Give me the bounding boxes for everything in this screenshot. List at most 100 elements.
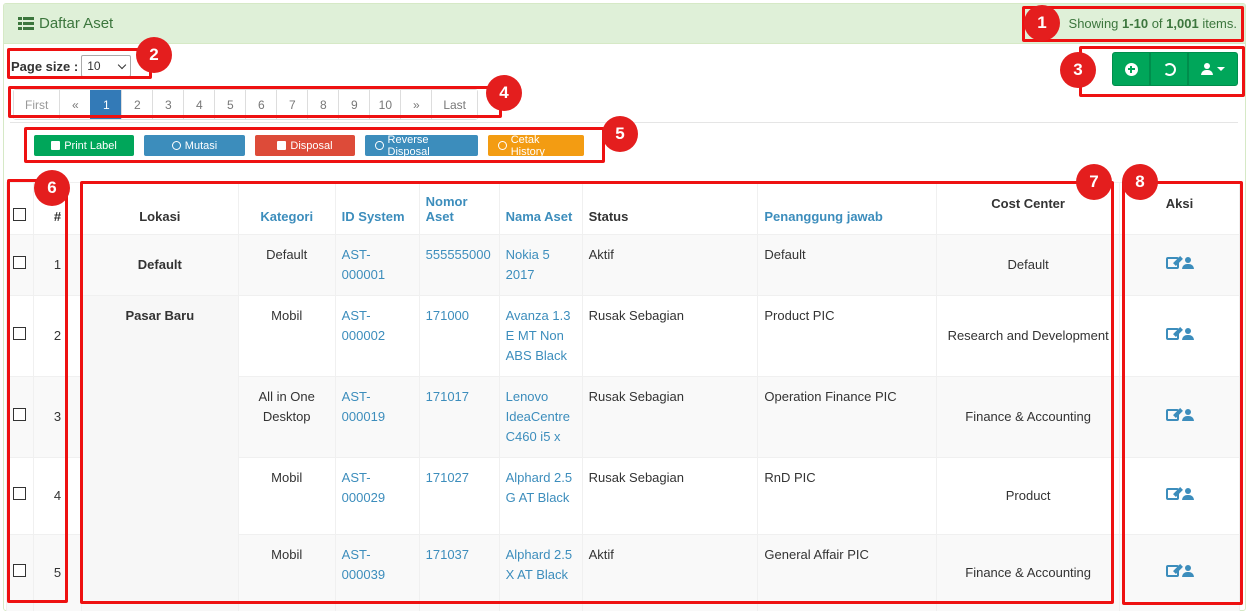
row-number: 4: [32, 457, 82, 535]
row-select-cell: [6, 534, 34, 611]
cell-nama-aset[interactable]: Nokia 5 2017: [498, 234, 583, 296]
retweet-icon: [171, 141, 181, 150]
user-icon[interactable]: [1181, 565, 1194, 577]
callout-badge-2: 2: [136, 37, 172, 73]
page-link[interactable]: First: [14, 90, 60, 119]
page-link[interactable]: 7: [276, 90, 308, 119]
row-checkbox[interactable]: [13, 256, 27, 269]
user-icon[interactable]: [1181, 257, 1194, 269]
header-penanggung-jawab[interactable]: Penanggung jawab: [757, 182, 938, 235]
cell-nomor-aset[interactable]: 555555000: [418, 234, 500, 296]
header-nama-aset[interactable]: Nama Aset: [498, 182, 583, 235]
page-link[interactable]: 10: [369, 90, 401, 119]
cell-cost-center: Product: [936, 457, 1121, 535]
refresh-icon: [375, 141, 384, 150]
cell-nomor-aset[interactable]: 171017: [418, 376, 500, 458]
table-row: 1 Default Default AST-000001 555555000 Nokia …: [6, 234, 1240, 296]
cell-nomor-aset[interactable]: 171037: [418, 534, 500, 611]
select-all-header: [6, 182, 34, 235]
items-summary: Showing 1-10 of 1,001 items.: [1068, 16, 1237, 31]
page-link[interactable]: 8: [307, 90, 339, 119]
row-select-cell: [6, 295, 34, 377]
header-status: Status: [581, 182, 759, 235]
cell-id-system[interactable]: AST-000002: [334, 295, 420, 377]
cell-kategori: Default: [237, 234, 336, 296]
edit-icon[interactable]: [1165, 328, 1179, 340]
edit-icon[interactable]: [1165, 257, 1179, 269]
cetak-history-button[interactable]: Cetak History: [488, 134, 584, 158]
page-link[interactable]: 6: [245, 90, 277, 119]
table-header-row: # Lokasi Kategori ID System Nomor Aset N…: [6, 182, 1240, 235]
cell-kategori: All in One Desktop: [237, 376, 336, 458]
user-icon[interactable]: [1181, 328, 1194, 340]
user-export-icon: [1201, 63, 1213, 75]
caret-down-icon: [1217, 67, 1225, 71]
page-link[interactable]: «: [59, 90, 91, 119]
cell-penanggung-jawab: Operation Finance PIC: [757, 376, 938, 458]
row-number: 3: [32, 376, 82, 458]
page-link[interactable]: 1: [90, 90, 122, 119]
page-title-text: Daftar Aset: [39, 15, 114, 32]
edit-icon[interactable]: [1165, 565, 1179, 577]
cell-id-system[interactable]: AST-000001: [334, 234, 420, 296]
cell-nama-aset[interactable]: Alphard 2.5 X AT Black: [498, 534, 583, 611]
header-nomor-aset[interactable]: Nomor Aset: [418, 182, 500, 235]
refresh-button[interactable]: [1150, 52, 1188, 86]
table-row: 2 Pasar Baru Mobil AST-000002 171000 Avanza 1…: [6, 295, 1240, 611]
cell-status: Aktif: [581, 234, 759, 296]
cell-status: Rusak Sebagian: [581, 457, 759, 535]
page-link[interactable]: 4: [183, 90, 215, 119]
print-label-button[interactable]: Print Label: [34, 135, 134, 156]
callout-badge-8: 8: [1122, 164, 1158, 200]
export-dropdown-button[interactable]: [1188, 52, 1238, 86]
row-checkbox[interactable]: [13, 327, 27, 340]
page-link[interactable]: 3: [152, 90, 184, 119]
cell-aksi: [1119, 534, 1240, 611]
user-icon[interactable]: [1181, 488, 1194, 500]
cell-nomor-aset[interactable]: 171000: [418, 295, 500, 377]
disposal-button[interactable]: Disposal: [255, 135, 355, 156]
cell-aksi: [1119, 376, 1240, 458]
header-id-system[interactable]: ID System: [334, 182, 420, 235]
cell-id-system[interactable]: AST-000029: [334, 457, 420, 535]
bulk-actions: Print Label Mutasi Disposal Reverse Disp…: [34, 134, 584, 158]
cell-penanggung-jawab: General Affair PIC: [757, 534, 938, 611]
callout-badge-6: 6: [34, 170, 70, 206]
toolbar-buttons: [1112, 52, 1238, 86]
row-checkbox[interactable]: [13, 487, 27, 500]
page-link[interactable]: Last: [431, 90, 478, 119]
cell-nama-aset[interactable]: Alphard 2.5 G AT Black: [498, 457, 583, 535]
user-icon[interactable]: [1181, 409, 1194, 421]
page-link[interactable]: »: [400, 90, 432, 119]
page-size-select[interactable]: 10: [81, 55, 132, 77]
cell-nama-aset[interactable]: Lenovo IdeaCentre C460 i5 x: [498, 376, 583, 458]
cell-cost-center: Finance & Accounting: [936, 534, 1121, 611]
callout-badge-4: 4: [486, 75, 522, 111]
cell-lokasi: Pasar Baru: [80, 295, 239, 611]
row-select-cell: [6, 376, 34, 458]
cell-cost-center: Research and Development: [936, 295, 1121, 377]
row-checkbox[interactable]: [13, 564, 27, 577]
page-link[interactable]: 5: [214, 90, 246, 119]
reverse-disposal-button[interactable]: Reverse Disposal: [365, 134, 478, 158]
cell-penanggung-jawab: Default: [757, 234, 938, 296]
page-link[interactable]: 2: [121, 90, 153, 119]
select-all-checkbox[interactable]: [13, 208, 27, 221]
callout-badge-5: 5: [602, 116, 638, 152]
edit-icon[interactable]: [1165, 409, 1179, 421]
mutasi-button[interactable]: Mutasi: [144, 135, 245, 156]
cell-id-system[interactable]: AST-000019: [334, 376, 420, 458]
row-checkbox[interactable]: [13, 408, 27, 421]
add-button[interactable]: [1112, 52, 1150, 86]
page-link[interactable]: 9: [338, 90, 370, 119]
cell-nama-aset[interactable]: Avanza 1.3 E MT Non ABS Black: [498, 295, 583, 377]
row-select-cell: [6, 234, 34, 296]
cell-kategori: Mobil: [237, 457, 336, 535]
cell-aksi: [1119, 234, 1240, 296]
cell-id-system[interactable]: AST-000039: [334, 534, 420, 611]
cell-lokasi: Default: [80, 234, 239, 296]
cell-nomor-aset[interactable]: 171027: [418, 457, 500, 535]
edit-icon[interactable]: [1165, 488, 1179, 500]
trash-icon: [277, 141, 287, 150]
header-kategori[interactable]: Kategori: [237, 182, 336, 235]
